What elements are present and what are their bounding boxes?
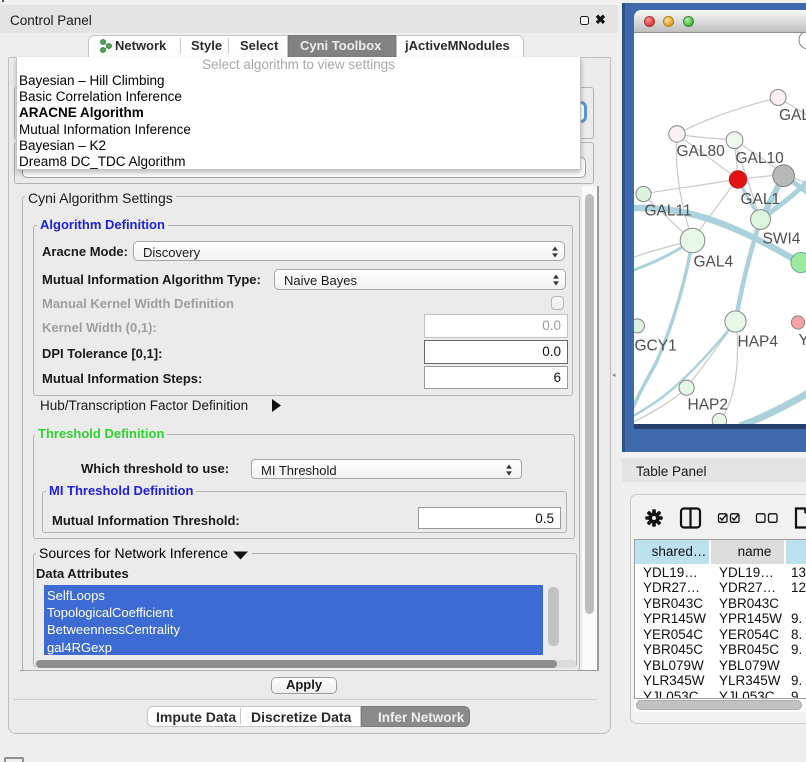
svg-text:GAL10: GAL10 [736,150,785,167]
svg-text:SWI4: SWI4 [763,231,801,248]
svg-text:GAL2: GAL2 [779,107,806,124]
svg-text:GAL1: GAL1 [741,191,781,208]
svg-text:GAL80: GAL80 [677,143,726,160]
svg-text:GAL4: GAL4 [694,254,734,271]
svg-text:GAL11: GAL11 [645,203,692,220]
svg-text:Y: Y [799,332,806,349]
svg-text:GCY1: GCY1 [635,338,677,355]
svg-text:HAP2: HAP2 [688,397,729,414]
svg-text:HAP4: HAP4 [738,334,779,351]
